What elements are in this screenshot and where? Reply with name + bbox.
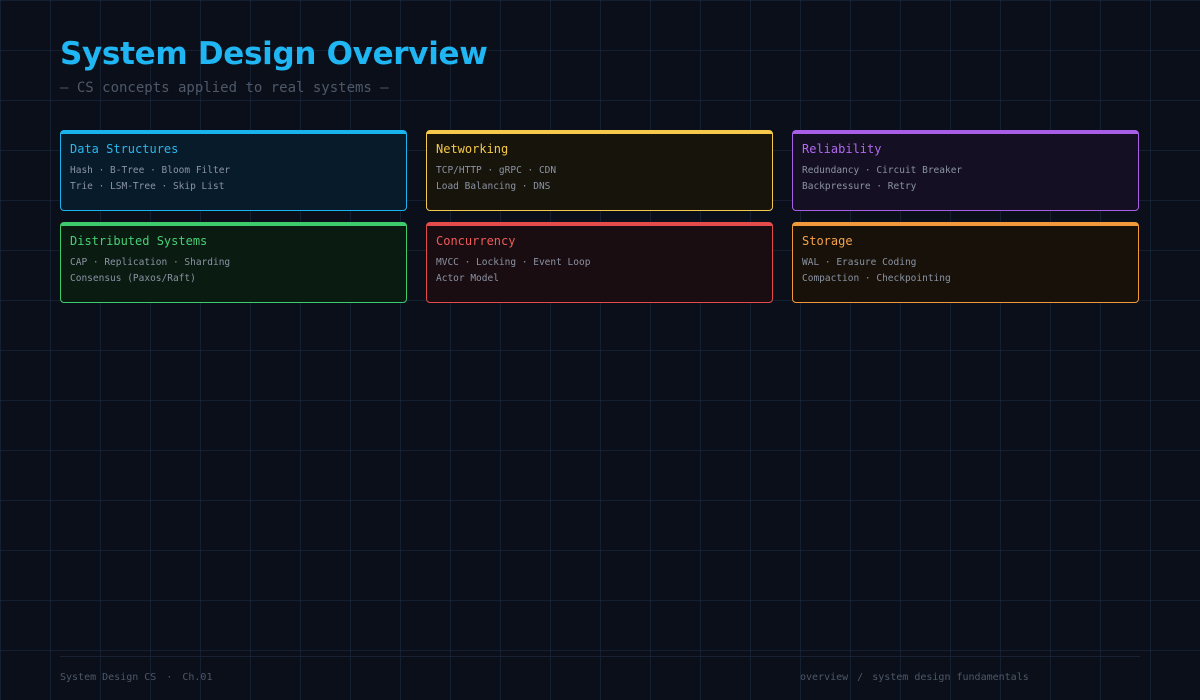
card-line: Compaction · Checkpointing <box>802 273 951 284</box>
card-reliability: Reliability Redundancy · Circuit Breaker… <box>792 130 1139 211</box>
card-line: Consensus (Paxos/Raft) <box>70 273 196 284</box>
footer-separator: · <box>166 672 173 683</box>
footer-breadcrumb: overview / system design fundamentals <box>800 672 1029 683</box>
footer-chapter: Ch.01 <box>182 672 213 683</box>
card-line: MVCC · Locking · Event Loop <box>436 257 591 268</box>
card-line: WAL · Erasure Coding <box>802 257 917 268</box>
footer-divider <box>60 656 1140 657</box>
card-title: Reliability <box>802 142 882 156</box>
card-concurrency: Concurrency MVCC · Locking · Event Loop … <box>426 222 773 303</box>
footer-course-name: System Design CS <box>60 672 157 683</box>
card-line: Redundancy · Circuit Breaker <box>802 165 963 176</box>
card-title: Distributed Systems <box>70 234 208 248</box>
card-networking: Networking TCP/HTTP · gRPC · CDN Load Ba… <box>426 130 773 211</box>
card-distributed-systems: Distributed Systems CAP · Replication · … <box>60 222 407 303</box>
footer-course-info: System Design CS · Ch.01 <box>60 672 212 683</box>
card-data-structures: Data Structures Hash · B-Tree · Bloom Fi… <box>60 130 407 211</box>
page-title: System Design Overview <box>60 36 488 72</box>
page-subtitle: — CS concepts applied to real systems — <box>60 80 389 96</box>
card-line: Hash · B-Tree · Bloom Filter <box>70 165 231 176</box>
card-title: Networking <box>436 142 509 156</box>
topic-card-grid: Data Structures Hash · B-Tree · Bloom Fi… <box>60 130 1139 303</box>
card-storage: Storage WAL · Erasure Coding Compaction … <box>792 222 1139 303</box>
breadcrumb-topic: system design fundamentals <box>872 672 1029 683</box>
breadcrumb-section: overview <box>800 672 849 683</box>
card-line: Backpressure · Retry <box>802 181 917 192</box>
card-line: TCP/HTTP · gRPC · CDN <box>436 165 557 176</box>
card-line: Actor Model <box>436 273 499 284</box>
card-line: Load Balancing · DNS <box>436 181 551 192</box>
card-line: Trie · LSM-Tree · Skip List <box>70 181 225 192</box>
card-title: Storage <box>802 234 853 248</box>
card-title: Concurrency <box>436 234 516 248</box>
card-line: CAP · Replication · Sharding <box>70 257 231 268</box>
card-title: Data Structures <box>70 142 179 156</box>
breadcrumb-separator: / <box>857 672 864 683</box>
